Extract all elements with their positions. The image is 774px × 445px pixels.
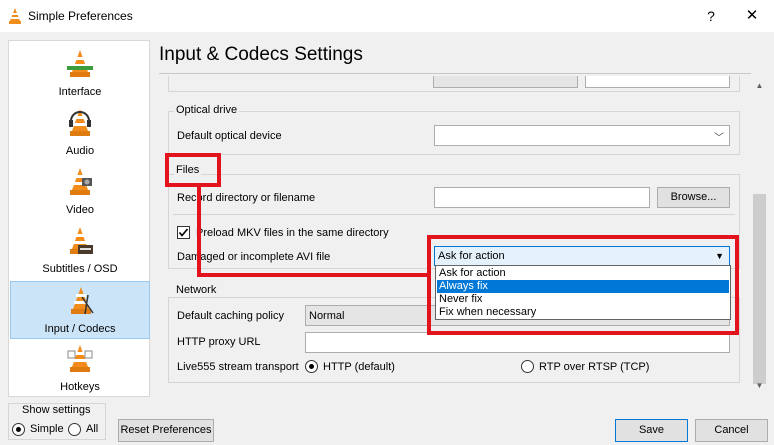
sidebar-item-label: Subtitles / OSD	[42, 263, 118, 275]
scroll-down-icon[interactable]: ▼	[751, 378, 768, 393]
hotkeys-cone-icon	[67, 345, 93, 372]
sidebar-item-video[interactable]: Video	[10, 163, 150, 221]
input-codecs-cone-icon	[71, 287, 94, 315]
cancel-button[interactable]: Cancel	[695, 419, 768, 442]
preload-mkv-checkbox[interactable]	[177, 226, 190, 239]
sidebar-item-label: Hotkeys	[60, 381, 100, 393]
subtitles-cone-icon	[70, 227, 93, 254]
show-all-label[interactable]: All	[86, 423, 98, 435]
show-simple-label[interactable]: Simple	[30, 423, 64, 435]
show-simple-radio[interactable]	[12, 423, 25, 436]
interface-cone-icon	[67, 50, 93, 77]
reset-preferences-button[interactable]: Reset Preferences	[118, 419, 214, 442]
annotation-connector-horizontal	[197, 273, 430, 277]
vertical-scrollbar[interactable]: ▲ ▼	[751, 78, 768, 395]
clipped-field[interactable]	[585, 76, 730, 88]
sidebar-item-label: Audio	[65, 145, 95, 157]
clipped-control[interactable]	[433, 76, 578, 88]
help-button[interactable]: ?	[697, 5, 725, 27]
preload-mkv-label[interactable]: Preload MKV files in the same directory	[196, 227, 389, 239]
annotation-connector-vertical	[197, 185, 201, 277]
network-group-title: Network	[174, 284, 219, 296]
heading-divider	[159, 73, 751, 74]
window-title: Simple Preferences	[28, 9, 133, 23]
scrollbar-thumb[interactable]	[753, 194, 766, 384]
show-settings-title: Show settings	[20, 404, 93, 416]
vlc-cone-icon	[9, 8, 21, 24]
sidebar-item-label: Input / Codecs	[44, 323, 116, 335]
optical-device-combo[interactable]: ﹀	[434, 125, 730, 146]
checkmark-icon	[178, 228, 189, 237]
save-button[interactable]: Save	[615, 419, 688, 442]
page-title: Input & Codecs Settings	[159, 44, 363, 65]
files-highlight-box	[165, 153, 221, 187]
audio-cone-icon	[69, 109, 91, 136]
show-all-radio[interactable]	[68, 423, 81, 436]
transport-http-radio[interactable]	[305, 360, 318, 373]
default-optical-device-label: Default optical device	[177, 130, 282, 142]
files-separator	[173, 214, 735, 215]
scroll-up-icon[interactable]: ▲	[751, 78, 768, 93]
sidebar-item-audio[interactable]: Audio	[10, 104, 150, 162]
sidebar-item-subtitles-osd[interactable]: Subtitles / OSD	[10, 222, 150, 280]
sidebar-item-interface[interactable]: Interface	[10, 45, 150, 103]
optical-drive-title: Optical drive	[174, 104, 240, 116]
record-directory-input[interactable]	[434, 187, 650, 208]
caching-policy-value: Normal	[309, 310, 345, 322]
close-button[interactable]: ✕	[738, 5, 766, 27]
transport-rtp-radio[interactable]	[521, 360, 534, 373]
transport-http-label[interactable]: HTTP (default)	[323, 361, 395, 373]
http-proxy-label: HTTP proxy URL	[177, 336, 261, 348]
caching-policy-label: Default caching policy	[177, 310, 285, 322]
sidebar-item-hotkeys[interactable]: Hotkeys	[10, 340, 150, 398]
http-proxy-input[interactable]	[305, 332, 730, 353]
video-cone-icon	[70, 168, 92, 195]
category-sidebar: Interface Audio Video Subtitles / OSD In…	[8, 40, 150, 397]
sidebar-item-label: Interface	[58, 86, 102, 98]
sidebar-item-input-codecs[interactable]: Input / Codecs	[10, 281, 150, 339]
sidebar-item-label: Video	[66, 204, 94, 216]
browse-button[interactable]: Browse...	[657, 187, 730, 208]
avi-dropdown-highlight-box	[427, 235, 739, 335]
transport-rtp-label[interactable]: RTP over RTSP (TCP)	[539, 361, 649, 373]
stream-transport-label: Live555 stream transport	[177, 361, 299, 373]
chevron-down-icon: ﹀	[714, 133, 724, 144]
